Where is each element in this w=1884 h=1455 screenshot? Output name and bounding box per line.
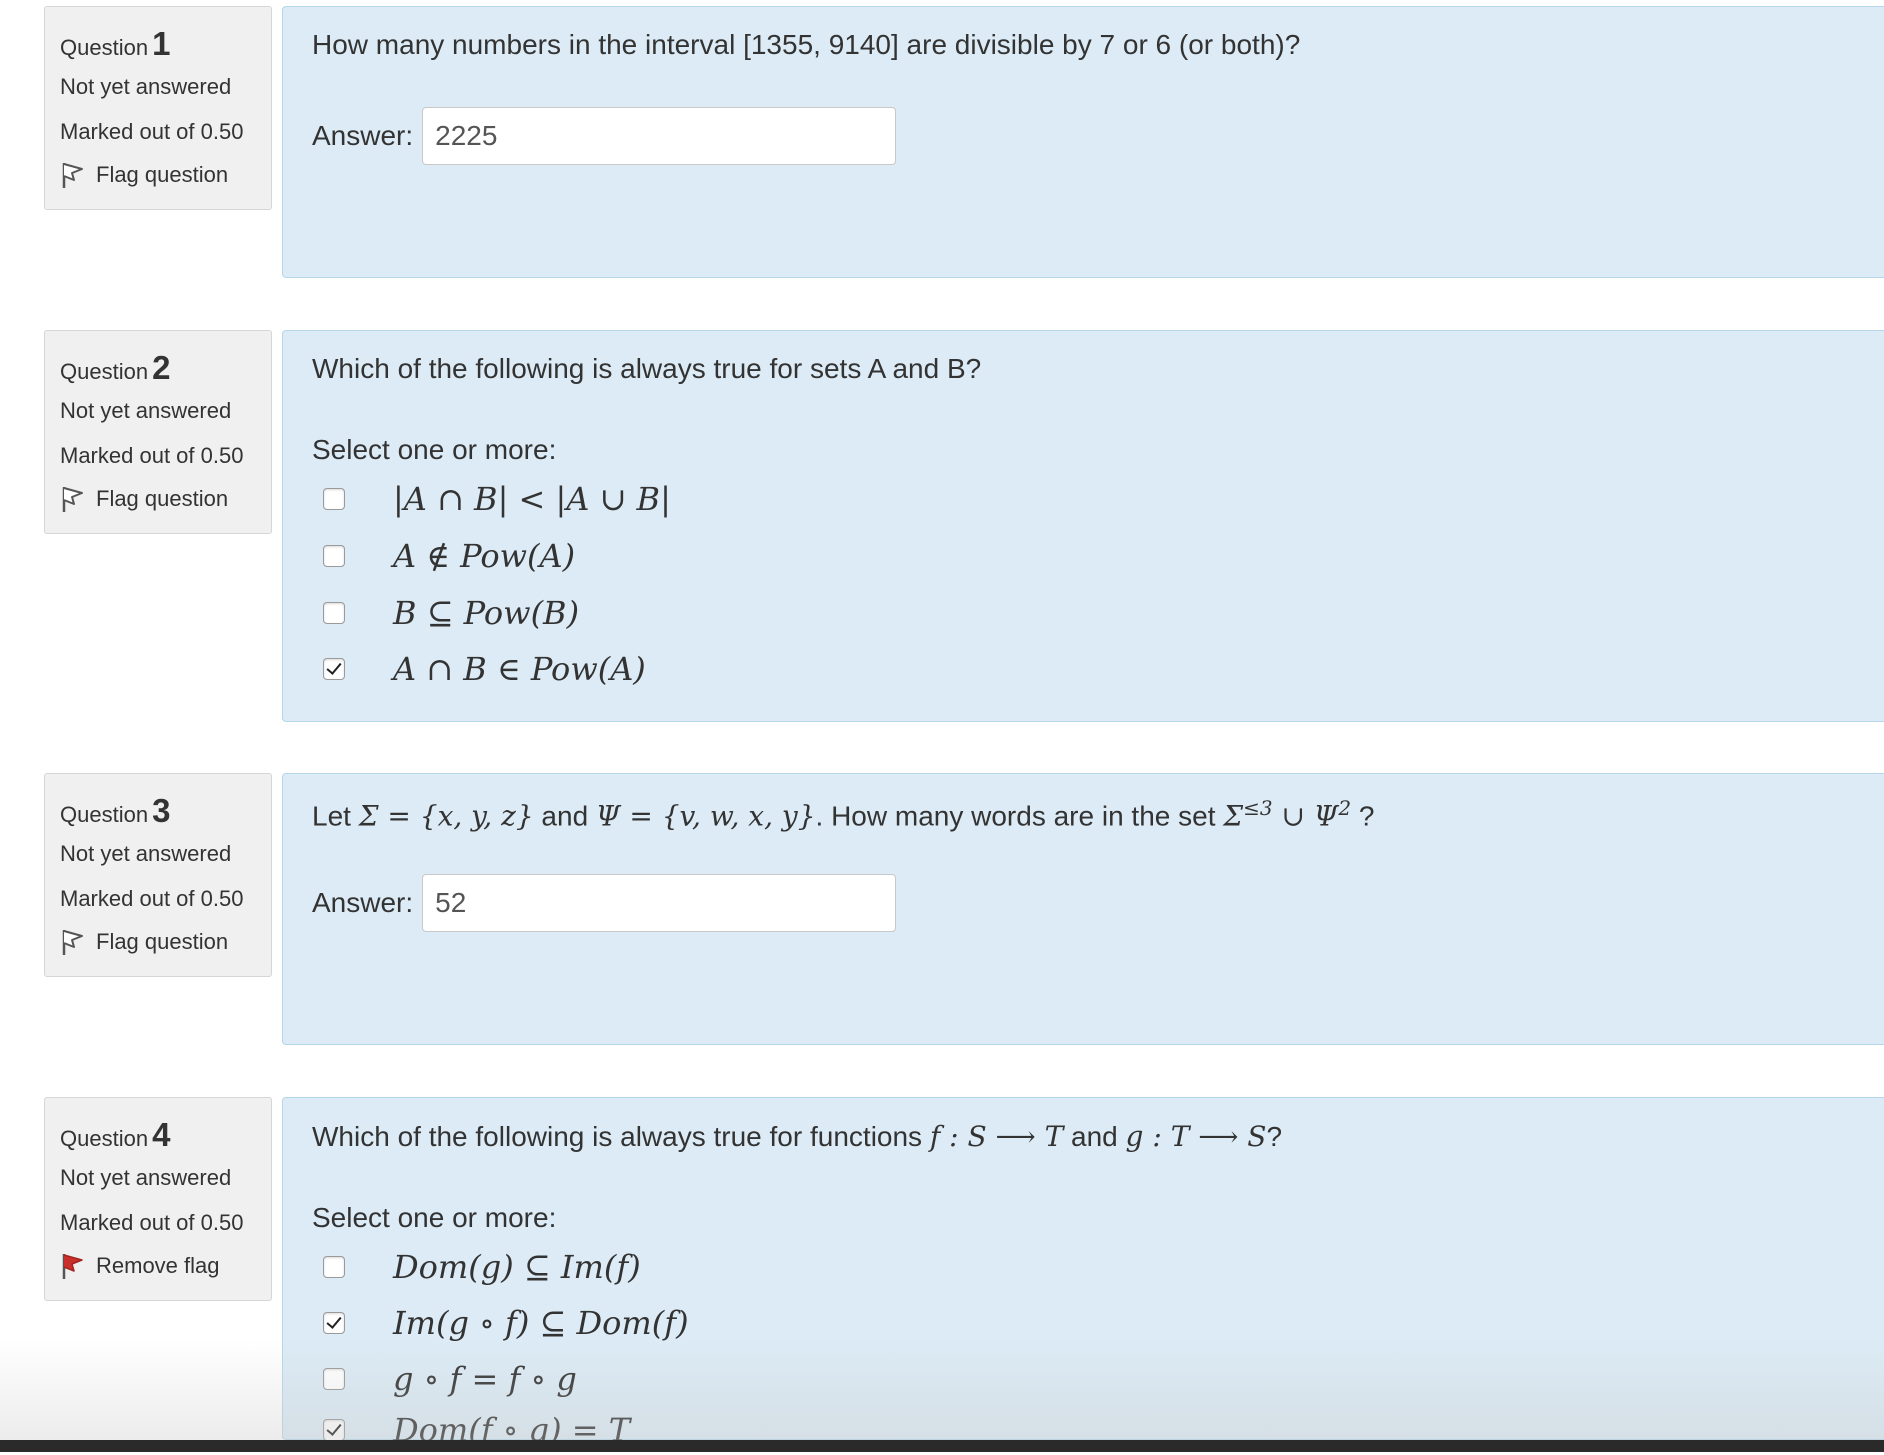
- option-row[interactable]: A ∉ Pow(A): [323, 531, 575, 581]
- question-info-panel: Question 1 Not yet answered Marked out of…: [44, 6, 272, 210]
- answer-input[interactable]: [422, 107, 897, 165]
- flag-filled-red-icon: [60, 1252, 86, 1280]
- flag-label: Remove flag: [96, 1253, 220, 1278]
- option-label: B ⊆ Pow(B): [393, 594, 580, 632]
- question-grade: Marked out of 0.50: [60, 886, 244, 911]
- question-info-panel: Question 3 Not yet answered Marked out of…: [44, 773, 272, 977]
- question-number: Question 3: [60, 792, 171, 829]
- option-row[interactable]: Dom(g) ⊆ Im(f): [323, 1242, 641, 1292]
- select-prompt: Select one or more:: [312, 1202, 557, 1233]
- option-row[interactable]: B ⊆ Pow(B): [323, 588, 579, 638]
- answer-label: Answer:: [312, 120, 414, 151]
- option-row[interactable]: |A ∩ B| < |A ∪ B|: [323, 474, 671, 524]
- option-checkbox[interactable]: [323, 1368, 345, 1390]
- flag-label: Flag question: [96, 486, 229, 511]
- question-text: Let Σ = {x, y, z} and Ψ = {v, w, x, y}. …: [312, 796, 1375, 833]
- option-checkbox-checked[interactable]: [323, 1312, 345, 1334]
- question-content: Which of the following is always true fo…: [282, 330, 1884, 722]
- question-grade: Marked out of 0.50: [60, 1210, 244, 1235]
- option-checkbox[interactable]: [323, 545, 345, 567]
- option-row[interactable]: Im(g ∘ f) ⊆ Dom(f): [323, 1298, 689, 1348]
- flag-label: Flag question: [96, 929, 229, 954]
- option-checkbox[interactable]: [323, 602, 345, 624]
- question-number: Question 1: [60, 25, 171, 62]
- option-label: A ∩ B ∈ Pow(A): [393, 650, 646, 688]
- flag-label: Flag question: [96, 162, 229, 187]
- question-content: Let Σ = {x, y, z} and Ψ = {v, w, x, y}. …: [282, 773, 1884, 1045]
- window-bottom-edge: [0, 1440, 1884, 1452]
- flag-outline-icon: [60, 485, 86, 513]
- question-state: Not yet answered: [60, 841, 232, 866]
- option-checkbox[interactable]: [323, 1256, 345, 1278]
- option-label: A ∉ Pow(A): [393, 537, 576, 575]
- question-text: How many numbers in the interval [1355, …: [312, 29, 1301, 60]
- remove-flag-button[interactable]: Remove flag: [60, 1252, 220, 1280]
- flag-question-button[interactable]: Flag question: [60, 928, 228, 956]
- question-state: Not yet answered: [60, 398, 232, 423]
- answer-row: Answer:: [312, 874, 897, 932]
- question-content: Which of the following is always true fo…: [282, 1097, 1884, 1449]
- option-label: g ∘ f = f ∘ g: [393, 1360, 577, 1398]
- option-checkbox[interactable]: [323, 488, 345, 510]
- flag-outline-icon: [60, 928, 86, 956]
- question-content: How many numbers in the interval [1355, …: [282, 6, 1884, 278]
- question-state: Not yet answered: [60, 1165, 232, 1190]
- question-grade: Marked out of 0.50: [60, 119, 244, 144]
- option-label: Im(g ∘ f) ⊆ Dom(f): [393, 1304, 689, 1342]
- option-checkbox-checked[interactable]: [323, 1419, 345, 1441]
- question-number: Question 4: [60, 1116, 171, 1153]
- option-row[interactable]: A ∩ B ∈ Pow(A): [323, 644, 646, 694]
- option-label: |A ∩ B| < |A ∪ B|: [393, 480, 671, 518]
- question-info-panel: Question 2 Not yet answered Marked out of…: [44, 330, 272, 534]
- question-text: Which of the following is always true fo…: [312, 1120, 1283, 1153]
- question-info-panel: Question 4 Not yet answered Marked out of…: [44, 1097, 272, 1301]
- option-row[interactable]: g ∘ f = f ∘ g: [323, 1354, 577, 1404]
- answer-row: Answer:: [312, 107, 897, 165]
- flag-question-button[interactable]: Flag question: [60, 161, 228, 189]
- question-grade: Marked out of 0.50: [60, 443, 244, 468]
- option-label: Dom(g) ⊆ Im(f): [393, 1248, 641, 1286]
- answer-input[interactable]: [422, 874, 897, 932]
- select-prompt: Select one or more:: [312, 434, 557, 465]
- flag-question-button[interactable]: Flag question: [60, 485, 228, 513]
- question-state: Not yet answered: [60, 74, 232, 99]
- flag-outline-icon: [60, 161, 86, 189]
- option-checkbox-checked[interactable]: [323, 658, 345, 680]
- answer-label: Answer:: [312, 887, 414, 918]
- question-number: Question 2: [60, 349, 171, 386]
- question-text: Which of the following is always true fo…: [312, 353, 982, 384]
